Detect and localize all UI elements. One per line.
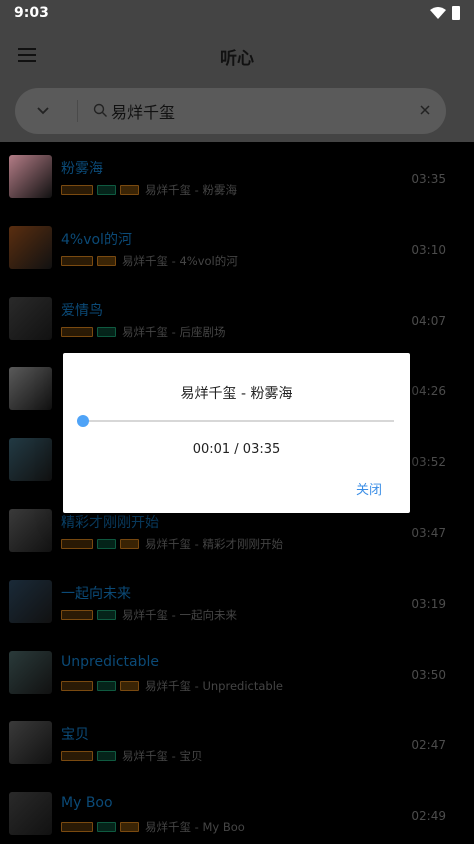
source-badge	[120, 822, 139, 833]
album-cover	[9, 296, 52, 340]
vip-badge	[97, 185, 116, 195]
song-duration: 03:19	[411, 596, 446, 611]
song-duration: 04:07	[411, 313, 446, 328]
song-title: My Boo	[61, 795, 113, 812]
song-duration: 03:50	[411, 667, 446, 682]
album-cover	[9, 155, 52, 198]
song-meta: 易烊千玺 - My Boo	[61, 819, 245, 835]
song-meta: 易烊千玺 - 后座剧场	[61, 324, 225, 340]
quality-badge	[61, 255, 93, 266]
artist-album: 易烊千玺 - My Boo	[145, 820, 245, 835]
app-bar: 听心	[0, 26, 474, 86]
artist-album: 易烊千玺 - 粉雾海	[145, 183, 237, 197]
artist-album: 易烊千玺 - 精彩才刚刚开始	[145, 536, 283, 551]
song-meta: 易烊千玺 - 一起向未来	[61, 607, 237, 623]
album-cover	[9, 438, 52, 482]
song-duration: 03:47	[411, 525, 446, 540]
song-row[interactable]: 一起向未来易烊千玺 - 一起向未来 03:19	[0, 567, 474, 638]
song-row[interactable]: My Boo 易烊千玺 - My Boo 02:49	[0, 779, 474, 844]
vip-badge	[97, 326, 116, 337]
page-title: 听心	[220, 49, 254, 69]
status-bar: 9:03	[0, 0, 474, 26]
song-meta: 易烊千玺 - 4%vol的河	[61, 253, 238, 269]
player-dialog: 易烊千玺 - 粉雾海 00:01 / 03:35 关闭	[63, 353, 410, 513]
album-cover	[9, 792, 52, 836]
song-row[interactable]: 爱情鸟易烊千玺 - 后座剧场 04:07	[0, 284, 474, 355]
album-cover	[9, 367, 52, 411]
progress-thumb[interactable]	[76, 415, 89, 427]
album-cover	[9, 721, 52, 765]
search-area	[0, 86, 474, 142]
source-badge	[97, 255, 116, 266]
song-duration: 02:49	[411, 809, 446, 824]
song-title: 精彩才刚刚开始	[61, 514, 159, 531]
song-duration: 03:52	[411, 455, 446, 470]
album-cover	[9, 579, 52, 623]
song-duration: 04:26	[411, 384, 446, 399]
song-duration: 02:47	[411, 738, 446, 753]
song-duration: 03:10	[411, 242, 446, 257]
quality-badge	[61, 680, 93, 691]
song-row[interactable]: 宝贝易烊千玺 - 宝贝 02:47	[0, 708, 474, 779]
close-icon[interactable]	[418, 103, 432, 117]
search-divider	[77, 100, 78, 122]
song-title: Unpredictable	[61, 653, 159, 670]
song-title: 爱情鸟	[61, 302, 103, 319]
song-meta: 易烊千玺 - 宝贝	[61, 748, 202, 764]
song-title: 一起向未来	[61, 585, 131, 602]
source-badge	[120, 680, 139, 691]
artist-album: 易烊千玺 - 一起向未来	[122, 607, 237, 622]
song-title: 宝贝	[61, 727, 89, 744]
dialog-title: 易烊千玺 - 粉雾海	[180, 386, 293, 402]
album-cover	[9, 508, 52, 552]
vip-badge	[97, 751, 116, 762]
vip-badge	[97, 538, 116, 549]
vip-badge	[97, 680, 116, 691]
song-title: 4%vol的河	[61, 231, 132, 248]
song-row[interactable]: 粉雾海易烊千玺 - 粉雾海 03:35	[0, 142, 474, 213]
song-meta: 易烊千玺 - Unpredictable	[61, 678, 283, 694]
battery-icon	[452, 6, 460, 20]
artist-album: 易烊千玺 - 后座剧场	[122, 324, 226, 339]
quality-badge	[61, 609, 93, 620]
quality-badge	[61, 822, 93, 833]
close-button[interactable]: 关闭	[356, 479, 382, 498]
song-title: 粉雾海	[61, 161, 103, 177]
song-row[interactable]: Unpredictable 易烊千玺 - Unpredictable 03:50	[0, 638, 474, 709]
playback-time: 00:01 / 03:35	[192, 442, 281, 457]
song-meta: 易烊千玺 - 粉雾海	[61, 182, 237, 198]
artist-album: 易烊千玺 - Unpredictable	[145, 678, 283, 693]
quality-badge	[61, 538, 93, 549]
album-cover	[9, 225, 52, 269]
artist-album: 易烊千玺 - 宝贝	[122, 749, 203, 764]
search-icon	[93, 103, 107, 117]
wifi-icon	[430, 7, 446, 19]
artist-album: 易烊千玺 - 4%vol的河	[122, 253, 238, 268]
source-badge	[120, 538, 139, 549]
song-row[interactable]: 4%vol的河易烊千玺 - 4%vol的河 03:10	[0, 213, 474, 284]
quality-badge	[61, 185, 93, 195]
song-duration: 03:35	[411, 172, 446, 186]
chevron-down-icon[interactable]	[37, 104, 49, 116]
progress-slider[interactable]	[76, 415, 394, 427]
vip-badge	[97, 609, 116, 620]
album-cover	[9, 650, 52, 694]
quality-badge	[61, 751, 93, 762]
quality-badge	[61, 326, 93, 337]
vip-badge	[97, 822, 116, 833]
search-bar[interactable]	[15, 88, 446, 134]
search-input[interactable]	[111, 100, 411, 122]
song-meta: 易烊千玺 - 精彩才刚刚开始	[61, 536, 283, 552]
source-badge	[120, 185, 139, 195]
status-time: 9:03	[14, 5, 49, 21]
